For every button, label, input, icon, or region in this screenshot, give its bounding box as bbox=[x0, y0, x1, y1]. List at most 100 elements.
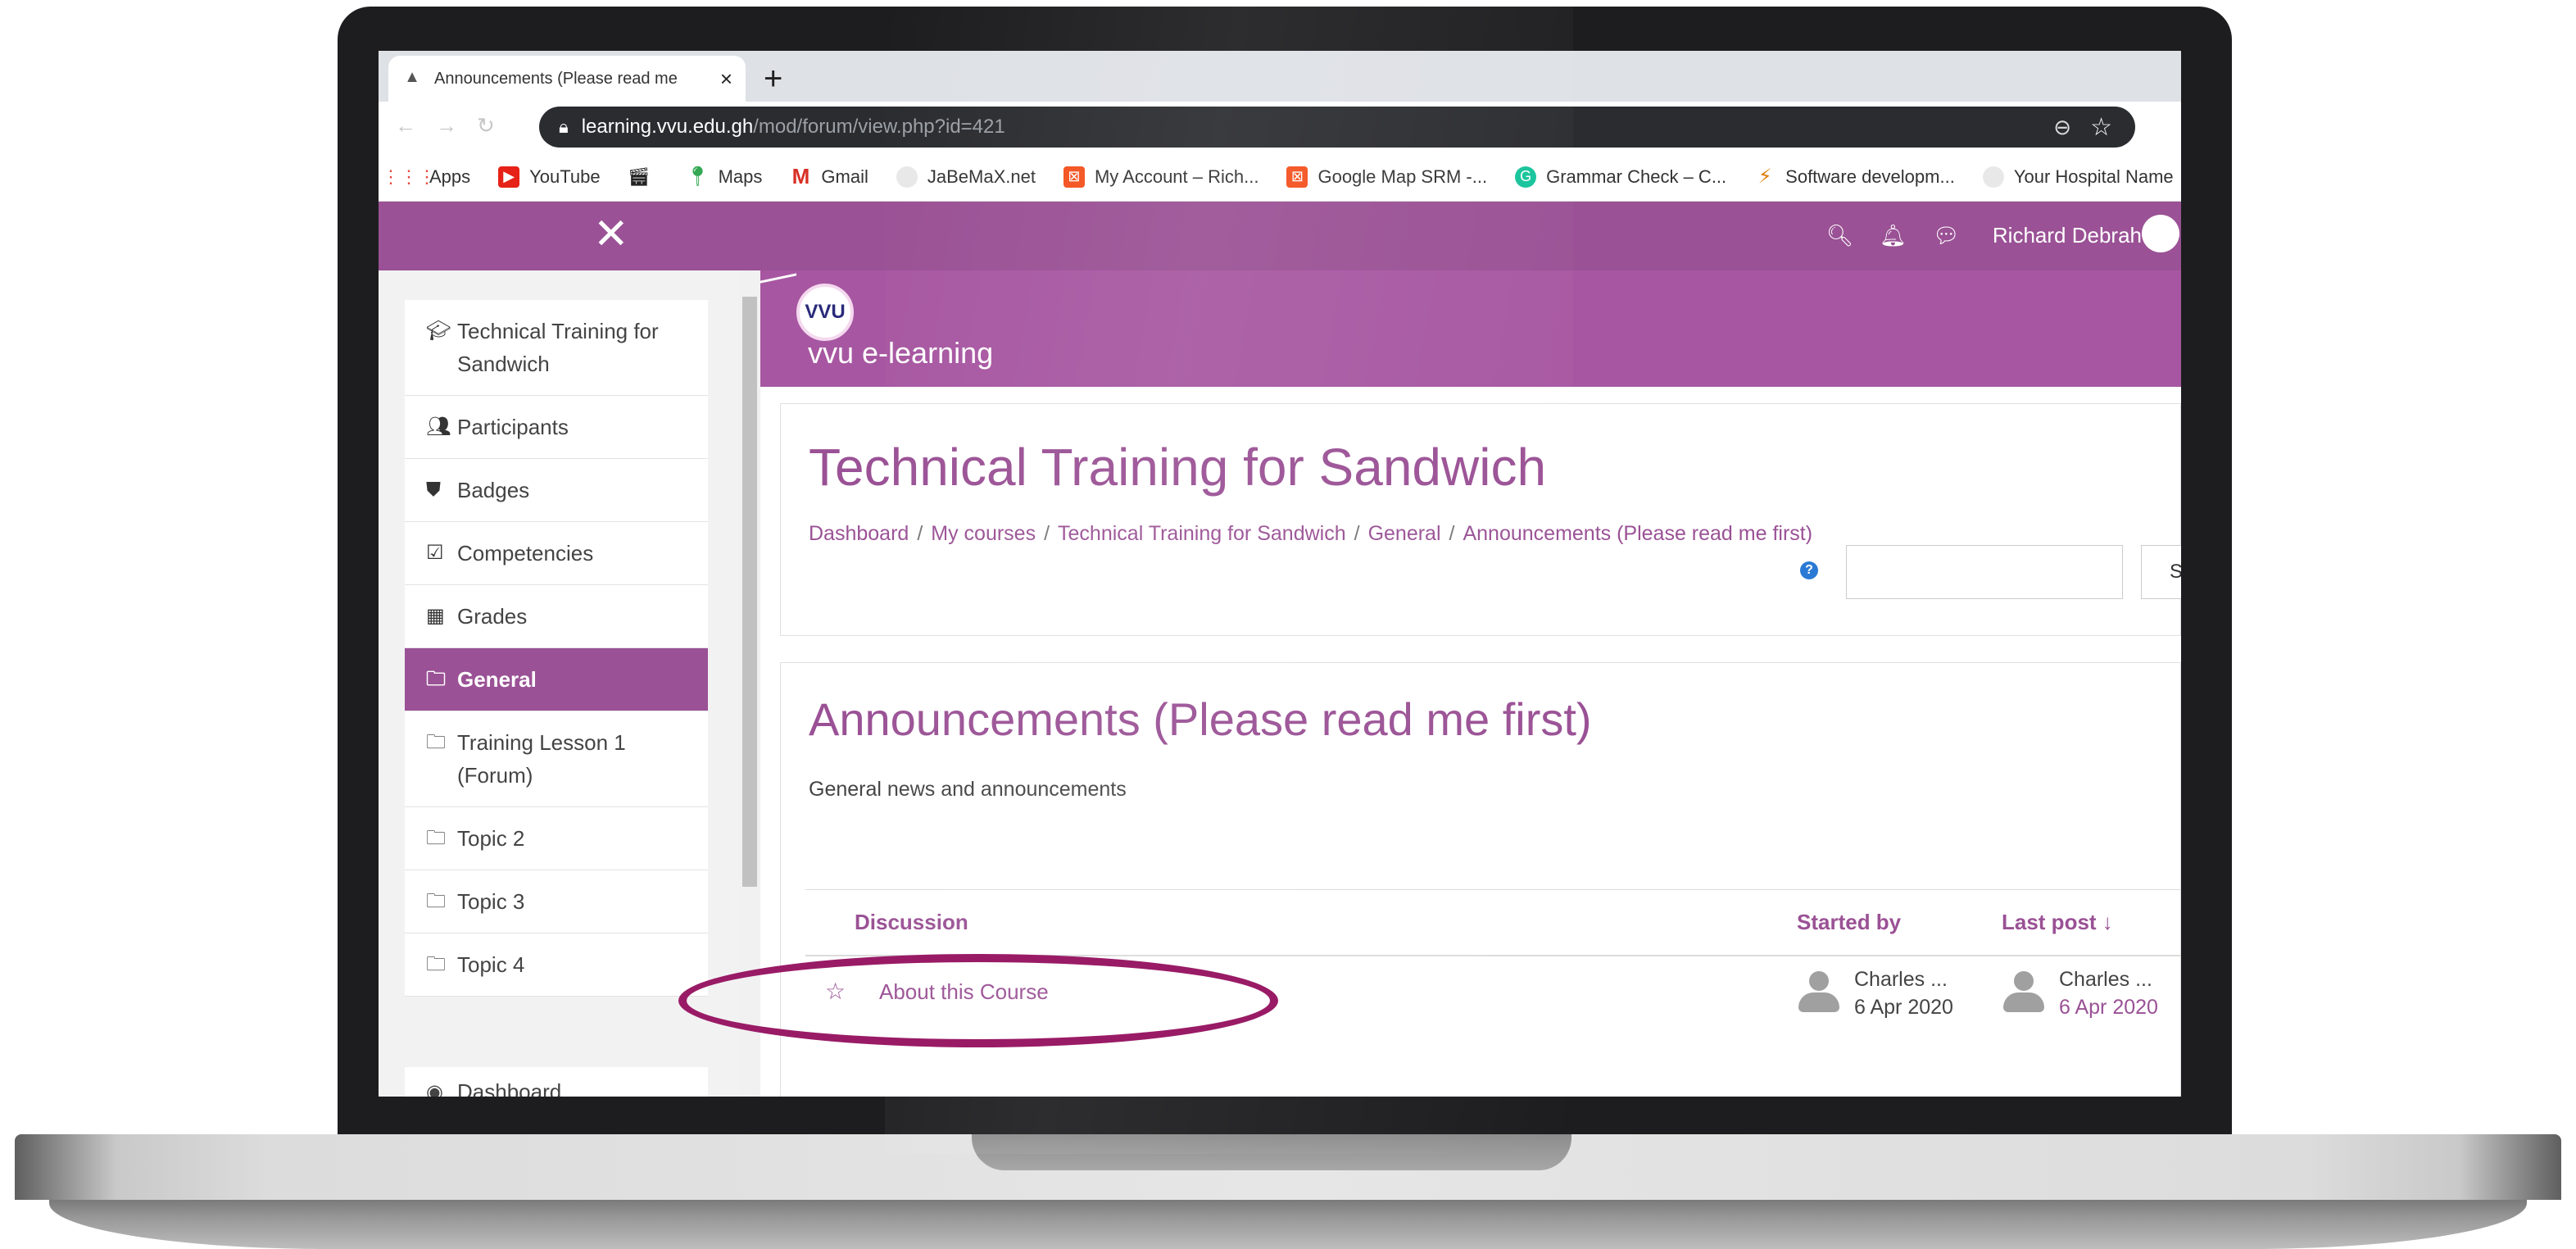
highlight-oval-annotation bbox=[678, 954, 1278, 1047]
lock-icon: 🔒︎ bbox=[559, 116, 569, 137]
drawer-item-label: Participants bbox=[457, 415, 569, 439]
bookmark-jabemax[interactable]: JaBeMaX.net bbox=[896, 166, 1036, 188]
forum-title: Announcements (Please read me first) bbox=[809, 693, 1592, 745]
drawer-item-participants[interactable]: 👥︎ Participants bbox=[405, 396, 708, 459]
bookmark-hospital[interactable]: Your Hospital Name bbox=[1982, 166, 2174, 188]
bookmark-icon: ⊠ bbox=[1063, 166, 1085, 188]
bell-icon[interactable]: 🔔︎ bbox=[1880, 223, 1907, 248]
breadcrumb-course[interactable]: Technical Training for Sandwich bbox=[1058, 522, 1346, 545]
help-icon[interactable]: ? bbox=[1800, 561, 1818, 579]
breadcrumb-my-courses[interactable]: My courses bbox=[931, 522, 1036, 545]
bookmark-grammar-check[interactable]: G Grammar Check – C... bbox=[1515, 166, 1726, 188]
url-path: /mod/forum/view.php?id=421 bbox=[753, 116, 1005, 138]
last-post-name[interactable]: Charles ... bbox=[2059, 968, 2152, 992]
bookmark-label: Software developm... bbox=[1785, 166, 1955, 187]
drawer-item-general[interactable]: 🗀 General bbox=[405, 648, 708, 711]
drawer-scrollbar-thumb[interactable] bbox=[742, 297, 757, 887]
globe-icon bbox=[896, 166, 918, 188]
shield-icon: ⛊ bbox=[426, 479, 441, 501]
grammarly-icon: G bbox=[1515, 166, 1537, 188]
user-avatar[interactable] bbox=[2142, 215, 2179, 252]
folder-icon: 🗀 bbox=[426, 890, 446, 912]
checkbox-icon: ☑ bbox=[426, 542, 444, 564]
laptop-screen: ▲ Announcements (Please read me × + ← → … bbox=[379, 51, 2181, 1097]
apps-grid-icon: ⋮⋮⋮ bbox=[382, 166, 436, 187]
drawer-item-label: Topic 2 bbox=[457, 826, 525, 851]
table-icon: ▦ bbox=[426, 605, 445, 627]
graduation-cap-logo-icon bbox=[760, 273, 796, 297]
started-by-name[interactable]: Charles ... bbox=[1854, 968, 1948, 992]
moodle-favicon-icon: ▲ bbox=[404, 68, 420, 86]
drawer-item-training-lesson-1[interactable]: 🗀 Training Lesson 1 (Forum) bbox=[405, 711, 708, 807]
users-icon: 👥︎ bbox=[426, 416, 451, 438]
bookmark-label: JaBeMaX.net bbox=[927, 166, 1036, 187]
bookmark-maps[interactable]: 📍︎ Maps bbox=[685, 166, 762, 188]
breadcrumb-general[interactable]: General bbox=[1368, 522, 1441, 545]
bookmark-apps[interactable]: ⋮⋮⋮ Apps bbox=[382, 166, 471, 188]
column-last-post[interactable]: Last post ↓ bbox=[2002, 910, 2113, 935]
youtube-icon: ▶ bbox=[498, 166, 520, 188]
bookmark-label: Apps bbox=[429, 166, 471, 187]
drawer-item-competencies[interactable]: ☑ Competencies bbox=[405, 522, 708, 585]
back-arrow-icon[interactable]: ← bbox=[395, 113, 416, 139]
drawer-item-label: Topic 3 bbox=[457, 889, 525, 914]
close-drawer-icon[interactable]: ✕ bbox=[593, 210, 629, 259]
breadcrumb: Dashboard / My courses / Technical Training … bbox=[809, 522, 1813, 545]
logo-badge-text: VVU bbox=[805, 301, 846, 323]
laptop-notch bbox=[972, 1134, 1571, 1170]
column-started-by[interactable]: Started by bbox=[1797, 910, 1901, 935]
drawer-item-label: Dashboard bbox=[457, 1079, 562, 1097]
drawer-item-label: Topic 4 bbox=[457, 952, 525, 977]
zoom-icon[interactable]: ⊖ bbox=[2053, 115, 2071, 140]
drawer-item-dashboard[interactable]: ◉ Dashboard bbox=[405, 1067, 708, 1097]
forum-search-button[interactable]: SE bbox=[2141, 545, 2181, 599]
bookmark-software-dev[interactable]: ⚡︎ Software developm... bbox=[1754, 166, 1955, 188]
bookmarks-bar: ⋮⋮⋮ Apps ▶ YouTube 🎬︎ 📍︎ Maps M Gmail Ja… bbox=[379, 152, 2181, 202]
graduation-cap-icon: 🎓︎ bbox=[426, 320, 451, 342]
drawer-item-topic-3[interactable]: 🗀 Topic 3 bbox=[405, 870, 708, 933]
site-banner: VVU vvu e-learning bbox=[760, 270, 2181, 387]
tab-close-icon[interactable]: × bbox=[720, 66, 732, 92]
site-name[interactable]: vvu e-learning bbox=[808, 336, 993, 370]
drawer-item-label: Grades bbox=[457, 604, 528, 629]
maps-icon: 📍︎ bbox=[685, 166, 710, 188]
gmail-icon: M bbox=[791, 164, 810, 188]
bookmark-gmail[interactable]: M Gmail bbox=[790, 164, 868, 188]
breadcrumb-announcements[interactable]: Announcements (Please read me first) bbox=[1463, 522, 1812, 545]
drawer-item-label: Training Lesson 1 (Forum) bbox=[457, 730, 626, 788]
started-by-date: 6 Apr 2020 bbox=[1854, 996, 1953, 1019]
user-menu-name[interactable]: Richard Debrah bbox=[1993, 223, 2142, 248]
vvu-logo[interactable]: VVU bbox=[796, 284, 854, 341]
address-bar[interactable]: 🔒︎ learning.vvu.edu.gh/mod/forum/view.ph… bbox=[539, 107, 2135, 148]
course-title: Technical Training for Sandwich bbox=[809, 438, 1547, 497]
drawer-item-topic-2[interactable]: 🗀 Topic 2 bbox=[405, 807, 708, 870]
bookmark-google-map-srm[interactable]: ⊠ Google Map SRM -... bbox=[1286, 166, 1487, 188]
bookmark-my-account[interactable]: ⊠ My Account – Rich... bbox=[1063, 166, 1259, 188]
drawer-item-label: Competencies bbox=[457, 541, 594, 565]
browser-tab[interactable]: ▲ Announcements (Please read me × bbox=[388, 56, 746, 102]
avatar bbox=[1797, 971, 1841, 1015]
drawer-item-label: Technical Training for Sandwich bbox=[457, 319, 659, 376]
forward-arrow-icon[interactable]: → bbox=[436, 113, 457, 139]
last-post-date[interactable]: 6 Apr 2020 bbox=[2059, 996, 2158, 1020]
chat-icon[interactable]: 💬︎ bbox=[1933, 223, 1960, 248]
reload-icon[interactable]: ↻ bbox=[477, 113, 495, 139]
new-tab-button[interactable]: + bbox=[764, 59, 782, 98]
bookmark-label: Your Hospital Name bbox=[2013, 166, 2174, 187]
bookmark-icon: ⊠ bbox=[1286, 166, 1308, 188]
column-discussion[interactable]: Discussion bbox=[855, 910, 968, 935]
navbar-icons: 🔍︎ 🔔︎ 💬︎ bbox=[1826, 223, 1960, 248]
site-navbar: ✕ 🔍︎ 🔔︎ 💬︎ Richard Debrah bbox=[379, 202, 2181, 270]
drawer-item-badges[interactable]: ⛊ Badges bbox=[405, 459, 708, 522]
bookmark-label: Gmail bbox=[821, 166, 868, 187]
breadcrumb-dashboard[interactable]: Dashboard bbox=[809, 522, 909, 545]
drawer-item-topic-4[interactable]: 🗀 Topic 4 bbox=[405, 933, 708, 997]
bookmark-youtube[interactable]: ▶ YouTube bbox=[498, 166, 601, 188]
forum-search-input[interactable] bbox=[1846, 545, 2123, 599]
drawer-item-course[interactable]: 🎓︎ Technical Training for Sandwich bbox=[405, 300, 708, 396]
bookmark-clapper[interactable]: 🎬︎ bbox=[628, 166, 660, 188]
laptop-base-bottom bbox=[49, 1200, 2527, 1249]
search-icon[interactable]: 🔍︎ bbox=[1826, 223, 1853, 248]
drawer-item-grades[interactable]: ▦ Grades bbox=[405, 585, 708, 648]
bookmark-star-icon[interactable]: ☆ bbox=[2090, 113, 2112, 142]
